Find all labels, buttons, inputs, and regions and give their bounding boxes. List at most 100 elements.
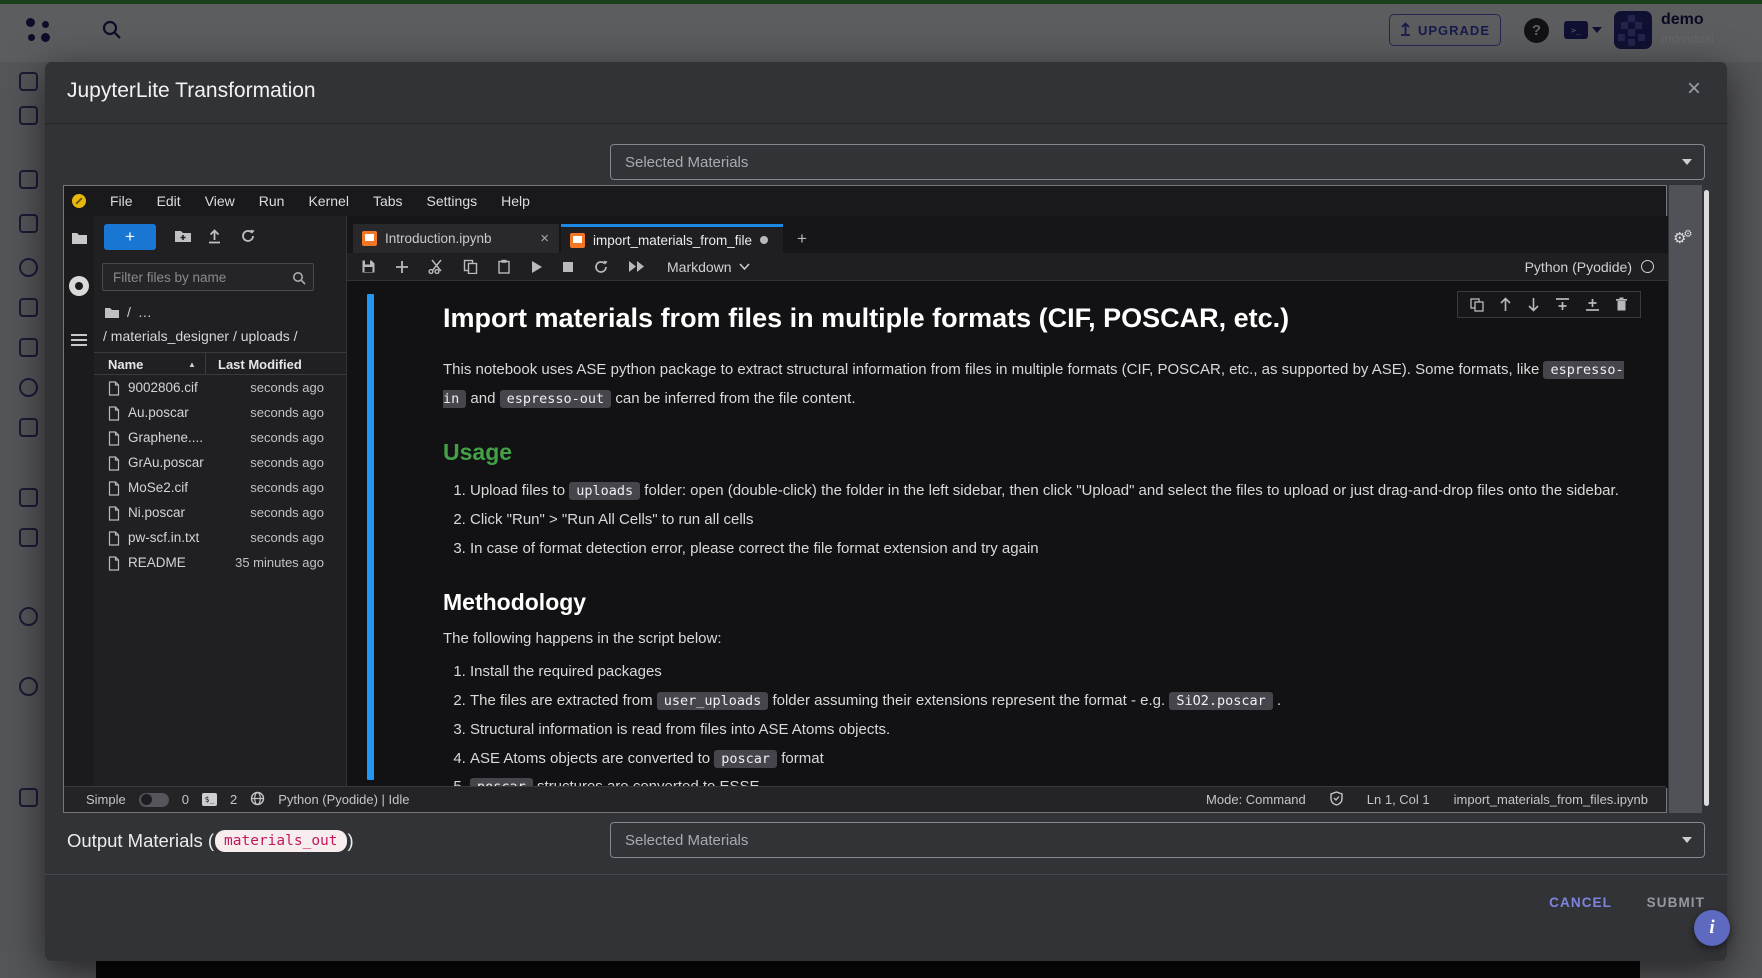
kernel-status[interactable]: Python (Pyodide) | Idle <box>278 792 409 807</box>
command-mode: Mode: Command <box>1206 792 1306 807</box>
jupyter-main: + <box>64 216 1666 788</box>
input-selected-materials-dropdown[interactable]: Selected Materials <box>610 144 1705 180</box>
list-item: Install the required packages <box>470 661 1638 683</box>
file-modified: seconds ago <box>250 480 324 495</box>
notebook-title: Import materials from files in multiple … <box>443 303 1638 334</box>
refresh-icon[interactable] <box>240 228 256 249</box>
notebook-toolbar: Markdown Python (Pyodide) <box>347 253 1668 281</box>
breadcrumb-ellipsis[interactable]: … <box>138 304 152 320</box>
file-modified: seconds ago <box>250 505 324 520</box>
running-kernels-tab-icon[interactable] <box>69 276 89 296</box>
terminal-count-icon: $_ <box>202 793 217 806</box>
notebook-file-icon <box>362 231 377 246</box>
cursor-position[interactable]: Ln 1, Col 1 <box>1367 792 1430 807</box>
breadcrumb[interactable]: / … <box>104 304 152 320</box>
chevron-down-icon <box>1682 159 1692 165</box>
menu-item-file[interactable]: File <box>98 186 145 216</box>
file-row[interactable]: Graphene....seconds ago <box>94 426 346 451</box>
menu-item-kernel[interactable]: Kernel <box>296 186 360 216</box>
run-all-cells-icon[interactable] <box>628 260 645 273</box>
screen: UPGRADE ? >_ demo Individual Ju <box>0 0 1762 978</box>
filter-files-input[interactable] <box>103 264 283 290</box>
restart-kernel-icon[interactable] <box>593 259 609 275</box>
file-row[interactable]: MoSe2.cifseconds ago <box>94 476 346 501</box>
file-row[interactable]: Au.poscarseconds ago <box>94 401 346 426</box>
close-tab-icon[interactable]: × <box>540 230 549 247</box>
new-launcher-button[interactable]: + <box>104 224 156 250</box>
markdown-cell[interactable]: Import materials from files in multiple … <box>443 289 1638 788</box>
file-name: README <box>128 555 186 570</box>
file-row[interactable]: pw-scf.in.txt seconds ago <box>94 526 346 551</box>
dock-tabbar: Introduction.ipynb × import_materials_fr… <box>347 216 1668 253</box>
search-icon <box>291 270 307 291</box>
tab-introduction-ipynb[interactable]: Introduction.ipynb × <box>353 224 559 253</box>
file-icon <box>108 506 120 526</box>
unsaved-dot-icon <box>760 236 768 244</box>
tab-import-materials-from-file[interactable]: import_materials_from_file <box>561 224 783 253</box>
file-row[interactable]: 9002806.cifseconds ago <box>94 376 346 401</box>
inline-code-chip: espresso-in <box>443 361 1624 408</box>
modal-header: JupyterLite Transformation × <box>45 62 1727 124</box>
file-name: 9002806.cif <box>128 380 198 395</box>
menu-items: FileEditViewRunKernelTabsSettingsHelp <box>98 186 542 216</box>
methodology-list: Install the required packages The files a… <box>443 661 1638 788</box>
list-item: Click "Run" > "Run All Cells" to run all… <box>470 509 1638 531</box>
column-name[interactable]: Name <box>108 357 143 372</box>
file-row[interactable]: GrAu.poscarseconds ago <box>94 451 346 476</box>
menu-item-help[interactable]: Help <box>489 186 542 216</box>
output-selected-materials-dropdown[interactable]: Selected Materials <box>610 822 1705 858</box>
jupyter-activity-bar <box>64 216 94 788</box>
menu-item-tabs[interactable]: Tabs <box>361 186 415 216</box>
file-row[interactable]: README35 minutes ago <box>94 551 346 576</box>
breadcrumb-path[interactable]: / materials_designer / uploads / <box>103 328 298 344</box>
info-fab-button[interactable]: i <box>1694 910 1730 946</box>
cell-type-value: Markdown <box>667 259 732 275</box>
file-icon <box>108 456 120 476</box>
menu-item-run[interactable]: Run <box>247 186 297 216</box>
chevron-down-icon <box>1682 837 1692 843</box>
simple-mode-toggle[interactable] <box>139 793 169 807</box>
menu-item-view[interactable]: View <box>193 186 247 216</box>
close-icon[interactable]: × <box>1687 77 1701 101</box>
column-last-modified[interactable]: Last Modified <box>218 357 302 372</box>
run-cell-icon[interactable] <box>530 260 543 274</box>
cut-cells-icon[interactable] <box>428 259 444 274</box>
breadcrumb-root[interactable]: / <box>127 304 131 320</box>
dropdown-label: Selected Materials <box>625 832 748 849</box>
notebook-content[interactable]: Import materials from files in multiple … <box>347 281 1668 788</box>
cancel-button[interactable]: CANCEL <box>1549 887 1612 917</box>
kernel-indicator[interactable]: Python (Pyodide) <box>1525 259 1654 275</box>
usage-list: Upload files to uploads folder: open (do… <box>443 480 1638 559</box>
save-icon[interactable] <box>361 259 376 274</box>
add-tab-button[interactable]: + <box>789 226 815 252</box>
statusbar-right: Mode: Command Ln 1, Col 1 import_materia… <box>1206 791 1648 809</box>
submit-button[interactable]: SUBMIT <box>1647 887 1705 917</box>
cell-type-dropdown[interactable]: Markdown <box>667 259 750 275</box>
menu-item-edit[interactable]: Edit <box>145 186 193 216</box>
trust-shield-icon <box>1330 791 1343 809</box>
copy-cells-icon[interactable] <box>463 259 478 274</box>
file-name: pw-scf.in.txt <box>128 530 199 545</box>
interrupt-kernel-icon[interactable] <box>562 261 574 273</box>
add-cell-icon[interactable] <box>395 260 409 274</box>
file-browser-tab-icon[interactable] <box>71 231 88 250</box>
upload-icon[interactable] <box>207 228 222 249</box>
table-of-contents-tab-icon[interactable] <box>71 334 87 346</box>
dropdown-label: Selected Materials <box>625 154 748 171</box>
column-divider <box>205 353 206 374</box>
file-icon <box>108 381 120 401</box>
new-folder-icon[interactable] <box>174 228 192 249</box>
sort-asc-icon[interactable]: ▲ <box>188 360 196 369</box>
file-modified: seconds ago <box>250 530 324 545</box>
paste-cells-icon[interactable] <box>497 259 511 274</box>
file-name: GrAu.poscar <box>128 455 204 470</box>
file-modified: seconds ago <box>250 405 324 420</box>
file-row[interactable]: Ni.poscarseconds ago <box>94 501 346 526</box>
modal-scrollbar[interactable] <box>1704 190 1709 806</box>
list-item: In case of format detection error, pleas… <box>470 538 1638 560</box>
gear-icon[interactable]: ⚙⚙ <box>1673 229 1695 248</box>
file-icon <box>108 531 120 551</box>
menu-item-settings[interactable]: Settings <box>415 186 490 216</box>
list-item: The files are extracted from user_upload… <box>470 690 1638 712</box>
jupyter-statusbar: Simple 0 $_ 2 Python (Pyodide) | Idle Mo… <box>64 786 1666 812</box>
